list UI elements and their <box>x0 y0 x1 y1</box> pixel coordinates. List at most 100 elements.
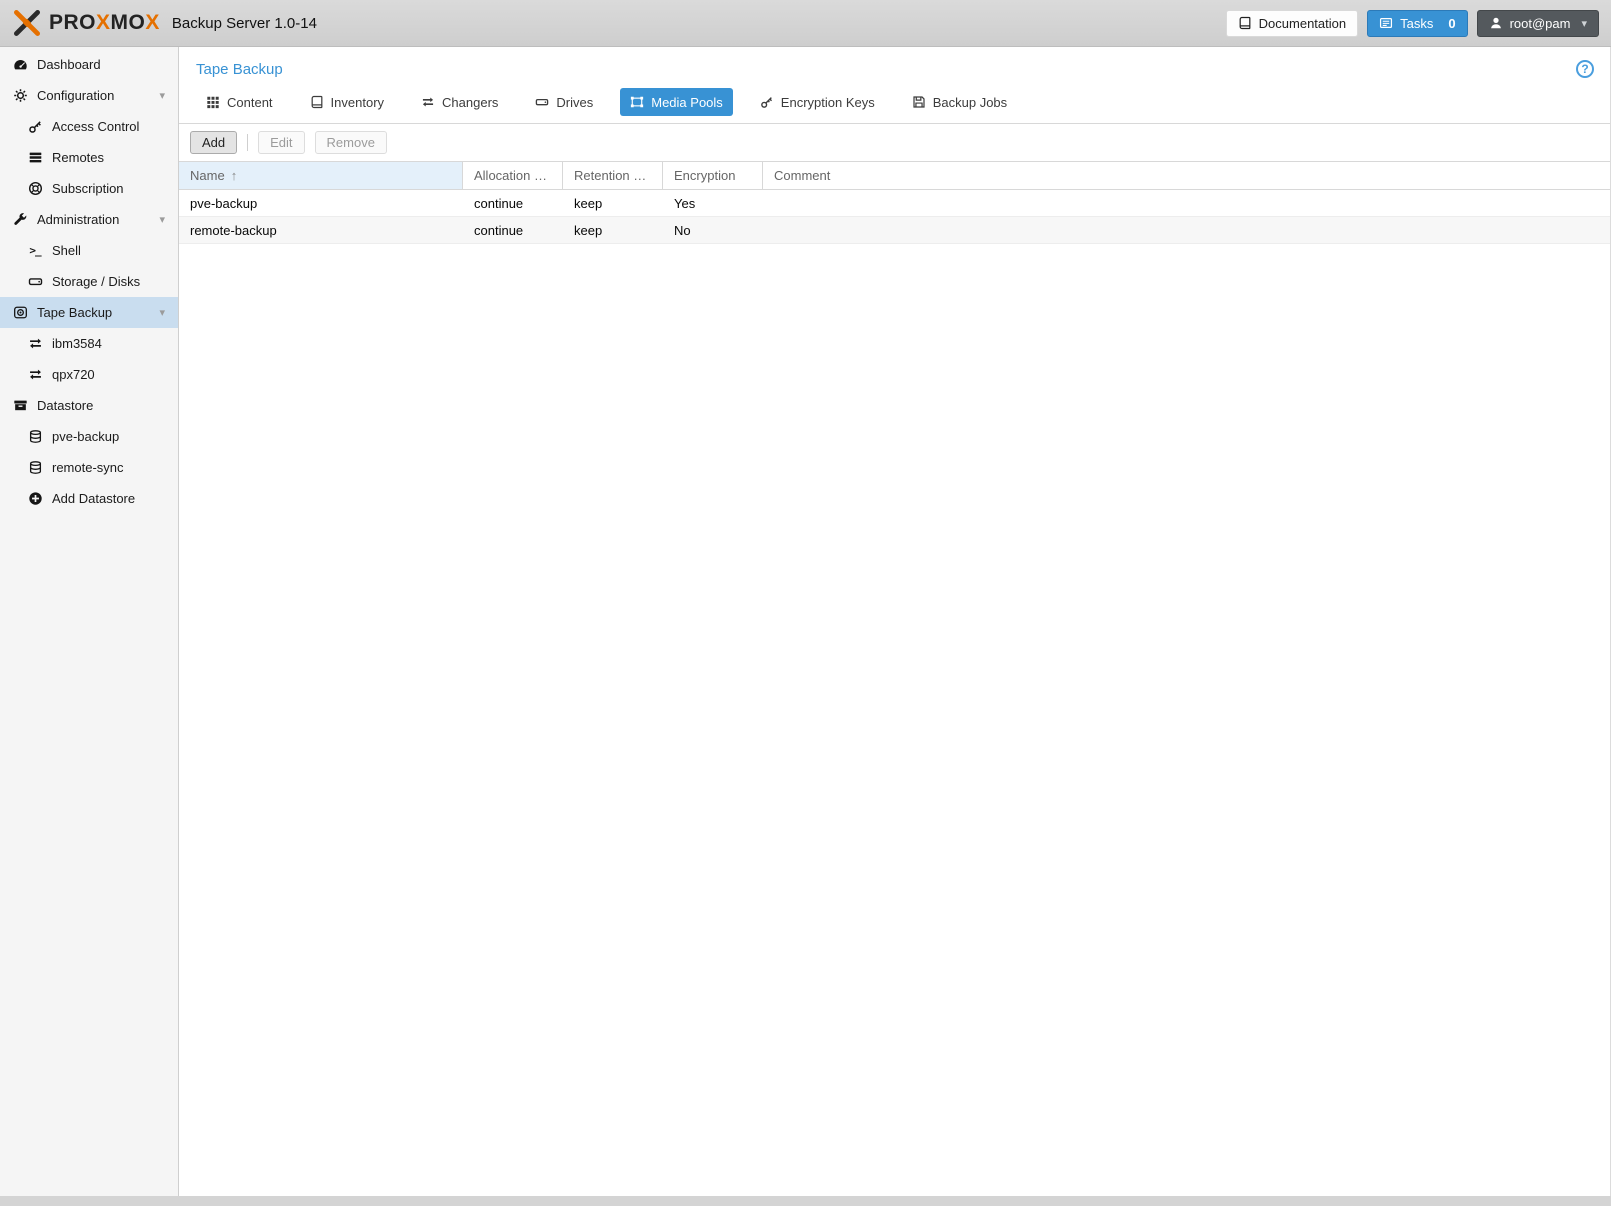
sidebar-item-access-control[interactable]: Access Control <box>0 111 178 142</box>
database-icon <box>27 429 43 445</box>
cell-allocation: continue <box>463 190 563 216</box>
column-header-comment[interactable]: Comment <box>763 162 1610 189</box>
tab-label: Backup Jobs <box>933 95 1007 110</box>
tab-label: Changers <box>442 95 498 110</box>
sidebar-item-subscription[interactable]: Subscription <box>0 173 178 204</box>
page-title: Tape Backup <box>196 61 283 78</box>
exchange-icon <box>27 336 43 352</box>
documentation-button[interactable]: Documentation <box>1226 10 1358 37</box>
tab-changers[interactable]: Changers <box>411 88 508 116</box>
chevron-down-icon[interactable]: ▾ <box>159 89 165 102</box>
tasks-count-badge: 0 <box>1448 16 1455 31</box>
sidebar-item-label: Remotes <box>52 150 104 165</box>
chevron-down-icon[interactable]: ▾ <box>159 306 165 319</box>
sidebar-nav: Dashboard Configuration ▾ Access Control <box>0 47 179 1196</box>
user-label: root@pam <box>1510 16 1571 31</box>
chevron-down-icon: ▾ <box>1581 17 1587 30</box>
proxmox-x-icon <box>12 8 42 38</box>
tab-label: Encryption Keys <box>781 95 875 110</box>
table-row[interactable]: pve-backup continue keep Yes <box>179 190 1610 217</box>
documentation-label: Documentation <box>1259 16 1346 31</box>
tab-backup-jobs[interactable]: Backup Jobs <box>902 88 1017 116</box>
sidebar-item-label: Tape Backup <box>37 305 112 320</box>
sidebar-item-configuration[interactable]: Configuration ▾ <box>0 80 178 111</box>
media-pools-table: Name ↑ Allocation … Retention … Encrypti… <box>179 161 1610 244</box>
header-actions: Documentation Tasks 0 root@pam ▾ <box>1226 10 1599 37</box>
column-header-retention[interactable]: Retention … <box>563 162 663 189</box>
key-icon <box>27 119 43 135</box>
tab-label: Inventory <box>331 95 384 110</box>
life-ring-icon <box>27 181 43 197</box>
add-button[interactable]: Add <box>190 131 237 154</box>
tape-icon <box>12 305 28 321</box>
hdd-icon <box>27 274 43 290</box>
top-header: PROXMOX Backup Server 1.0-14 Documentati… <box>0 0 1611 47</box>
cell-name: pve-backup <box>179 190 463 216</box>
chevron-down-icon[interactable]: ▾ <box>159 213 165 226</box>
toolbar: Add Edit Remove <box>179 124 1610 161</box>
sidebar-item-label: Subscription <box>52 181 124 196</box>
remove-button[interactable]: Remove <box>315 131 387 154</box>
main-panel: Tape Backup ? Content Inventory Changers <box>179 47 1611 1196</box>
sidebar-item-label: ibm3584 <box>52 336 102 351</box>
column-header-name[interactable]: Name ↑ <box>179 162 463 189</box>
gauge-icon <box>12 57 28 73</box>
sidebar-item-datastore[interactable]: Datastore <box>0 390 178 421</box>
sidebar-item-qpx720[interactable]: qpx720 <box>0 359 178 390</box>
tab-drives[interactable]: Drives <box>525 88 603 116</box>
tab-label: Media Pools <box>651 95 723 110</box>
grid-icon <box>206 95 220 109</box>
column-header-allocation[interactable]: Allocation … <box>463 162 563 189</box>
column-header-encryption[interactable]: Encryption <box>663 162 763 189</box>
book-icon <box>1238 16 1252 30</box>
sidebar-item-remotes[interactable]: Remotes <box>0 142 178 173</box>
user-icon <box>1489 16 1503 30</box>
tasks-button[interactable]: Tasks 0 <box>1367 10 1467 37</box>
sidebar-item-label: Storage / Disks <box>52 274 140 289</box>
proxmox-logo[interactable]: PROXMOX <box>12 8 160 38</box>
floppy-icon <box>912 95 926 109</box>
sort-ascending-icon: ↑ <box>231 168 238 183</box>
exchange-icon <box>27 367 43 383</box>
tab-label: Content <box>227 95 273 110</box>
edit-button[interactable]: Edit <box>258 131 304 154</box>
product-version-label: Backup Server 1.0-14 <box>172 15 317 32</box>
cell-allocation: continue <box>463 217 563 243</box>
sidebar-item-administration[interactable]: Administration ▾ <box>0 204 178 235</box>
tab-media-pools[interactable]: Media Pools <box>620 88 733 116</box>
sidebar-item-shell[interactable]: >_ Shell <box>0 235 178 266</box>
key-icon <box>760 95 774 109</box>
sidebar-item-label: Datastore <box>37 398 93 413</box>
sidebar-item-dashboard[interactable]: Dashboard <box>0 49 178 80</box>
sidebar-item-label: Add Datastore <box>52 491 135 506</box>
archive-icon <box>12 398 28 414</box>
sidebar-item-ibm3584[interactable]: ibm3584 <box>0 328 178 359</box>
sidebar-item-label: Shell <box>52 243 81 258</box>
sidebar-item-remote-sync[interactable]: remote-sync <box>0 452 178 483</box>
wrench-icon <box>12 212 28 228</box>
list-bars-icon <box>27 150 43 166</box>
sidebar-item-label: remote-sync <box>52 460 124 475</box>
sidebar-item-tape-backup[interactable]: Tape Backup ▾ <box>0 297 178 328</box>
book-icon <box>310 95 324 109</box>
tab-inventory[interactable]: Inventory <box>300 88 394 116</box>
help-icon[interactable]: ? <box>1576 60 1594 78</box>
tab-encryption-keys[interactable]: Encryption Keys <box>750 88 885 116</box>
tab-content[interactable]: Content <box>196 88 283 116</box>
sidebar-item-pve-backup[interactable]: pve-backup <box>0 421 178 452</box>
tab-label: Drives <box>556 95 593 110</box>
sidebar-item-label: Dashboard <box>37 57 101 72</box>
cell-encryption: No <box>663 217 763 243</box>
sidebar-item-label: Configuration <box>37 88 114 103</box>
sidebar-item-label: qpx720 <box>52 367 95 382</box>
table-row[interactable]: remote-backup continue keep No <box>179 217 1610 244</box>
sidebar-item-label: pve-backup <box>52 429 119 444</box>
plus-circle-icon <box>27 491 43 507</box>
sidebar-item-add-datastore[interactable]: Add Datastore <box>0 483 178 514</box>
database-icon <box>27 460 43 476</box>
user-menu-button[interactable]: root@pam ▾ <box>1477 10 1599 37</box>
object-group-icon <box>630 95 644 109</box>
proxmox-wordmark: PROXMOX <box>49 11 160 35</box>
sidebar-item-label: Access Control <box>52 119 139 134</box>
sidebar-item-storage-disks[interactable]: Storage / Disks <box>0 266 178 297</box>
